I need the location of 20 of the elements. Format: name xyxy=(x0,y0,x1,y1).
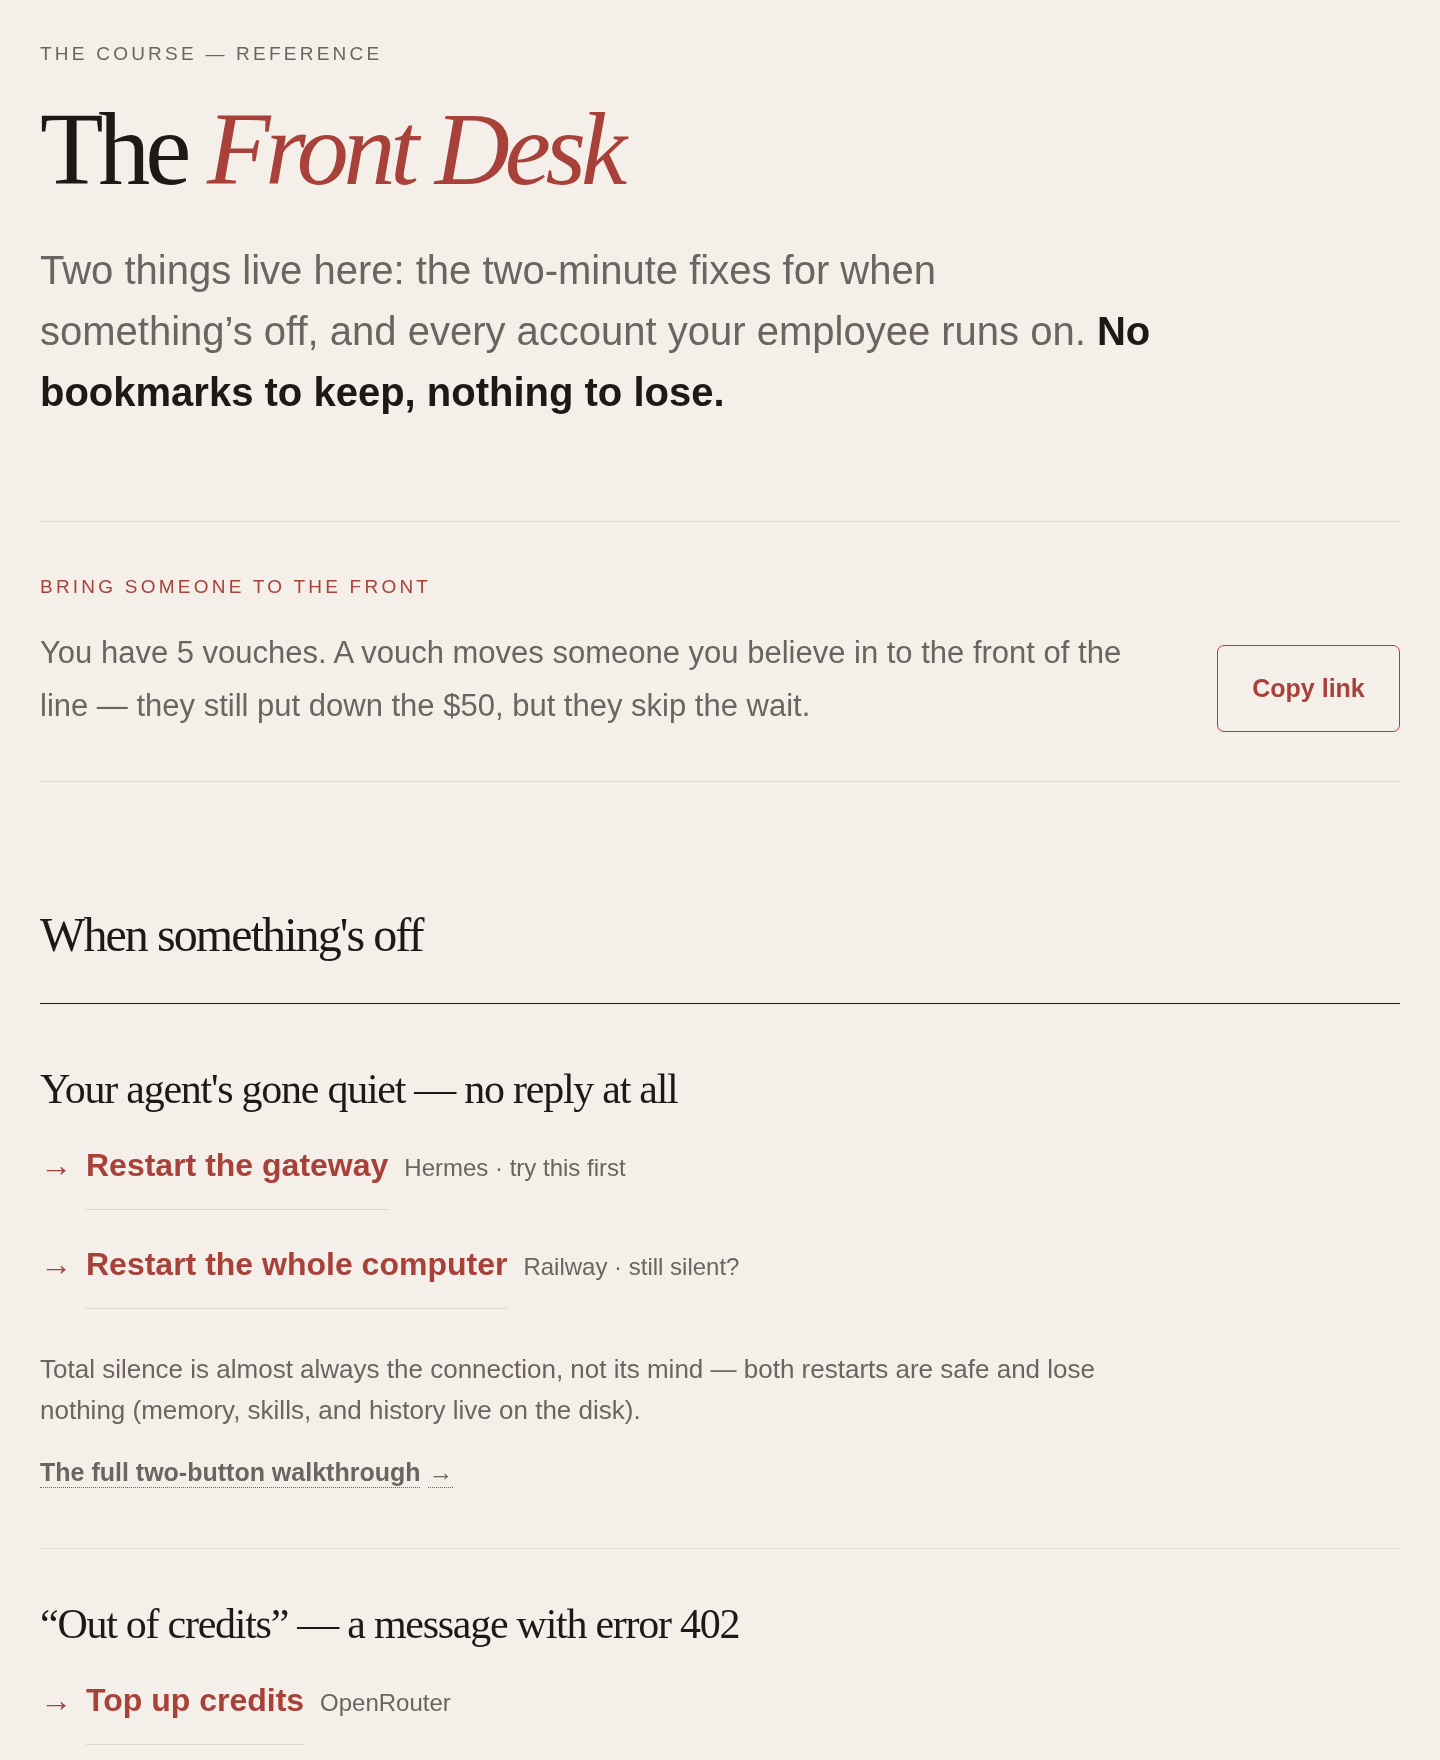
section-title: When something's off xyxy=(40,908,425,962)
action-link[interactable]: Restart the whole computer xyxy=(86,1244,508,1309)
vouch-text: You have 5 vouches. A vouch moves someone you believe in to the front of the line — they still put down the $50, but they skip the wait. xyxy=(40,634,1123,725)
intro-paragraph: Two things live here: the two-minute fixes for when something’s off, and every account your employee runs on. No bookmarks to keep, nothing to lose. xyxy=(40,247,1152,416)
action-meta: OpenRouter xyxy=(320,1688,451,1718)
arrow-icon: → xyxy=(40,1145,86,1185)
issue-title: “Out of credits” — a message with error 402 xyxy=(40,1600,741,1649)
issue-note: Total silence is almost always the connection, not its mind — both restarts are safe and lose nothing (memory, skills, and history live on the disk). xyxy=(40,1353,1096,1427)
action-link[interactable]: Restart the gateway xyxy=(86,1145,389,1210)
page-title: The Front Desk xyxy=(40,97,1400,201)
arrow-icon: → xyxy=(40,1680,86,1720)
vouch-label: BRING SOMEONE TO THE FRONT xyxy=(40,576,433,598)
action-meta: Railway · still silent? xyxy=(523,1252,740,1282)
action-meta: Hermes · try this first xyxy=(404,1153,626,1183)
arrow-icon: → xyxy=(40,1244,86,1284)
copy-link-button[interactable]: Copy link xyxy=(1217,645,1400,732)
action-link[interactable]: Top up credits xyxy=(86,1680,305,1745)
eyebrow-label: THE COURSE — REFERENCE xyxy=(40,43,384,65)
walkthrough-link[interactable]: The full two-button walkthrough → xyxy=(40,1457,454,1488)
issue-title: Your agent's gone quiet — no reply at all xyxy=(40,1065,679,1114)
